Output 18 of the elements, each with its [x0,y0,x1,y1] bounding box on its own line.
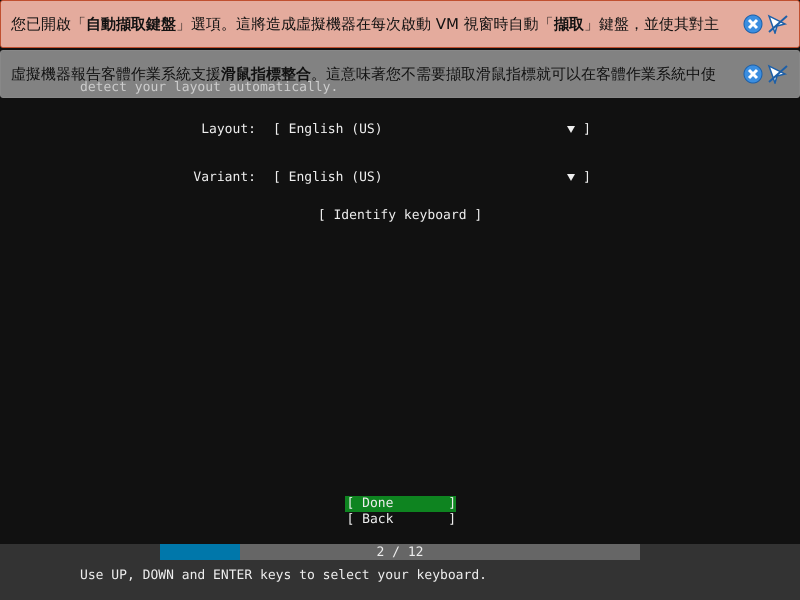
notification-text: 您已開啟「自動擷取鍵盤」選項。這將造成虛擬機器在每次啟動 VM 視窗時自動「擷取」鍵盤，並使其對主 [11,14,720,34]
intro-text: detect your layout automatically. [80,80,338,97]
notification-text: 虛擬機器報告客體作業系統支援滑鼠指標整合。這意味著您不需要擷取滑鼠指標就可以在客體作業系統中使 [11,64,717,82]
cursor-icon[interactable] [767,64,789,84]
cursor-icon[interactable] [767,14,789,34]
field-label: Variant: [192,170,257,184]
caret-icon [567,174,576,180]
menu-button[interactable]: [ Done ] [344,496,456,512]
caret-icon [567,126,576,132]
status-text: Use UP, DOWN and ENTER keys to select your keyboard. [79,567,488,583]
close-icon[interactable] [743,64,763,84]
menu-button[interactable]: [ Back ] [344,512,456,528]
field-label: Layout: [200,122,257,136]
identify-keyboard-button[interactable]: [ Identify keyboard ] [318,208,482,223]
progress-text: 2 / 12 [376,544,424,560]
dropdown[interactable]: [ English (US) ] [273,170,591,184]
dropdown[interactable]: [ English (US) ] [273,122,591,136]
close-icon[interactable] [743,14,763,34]
